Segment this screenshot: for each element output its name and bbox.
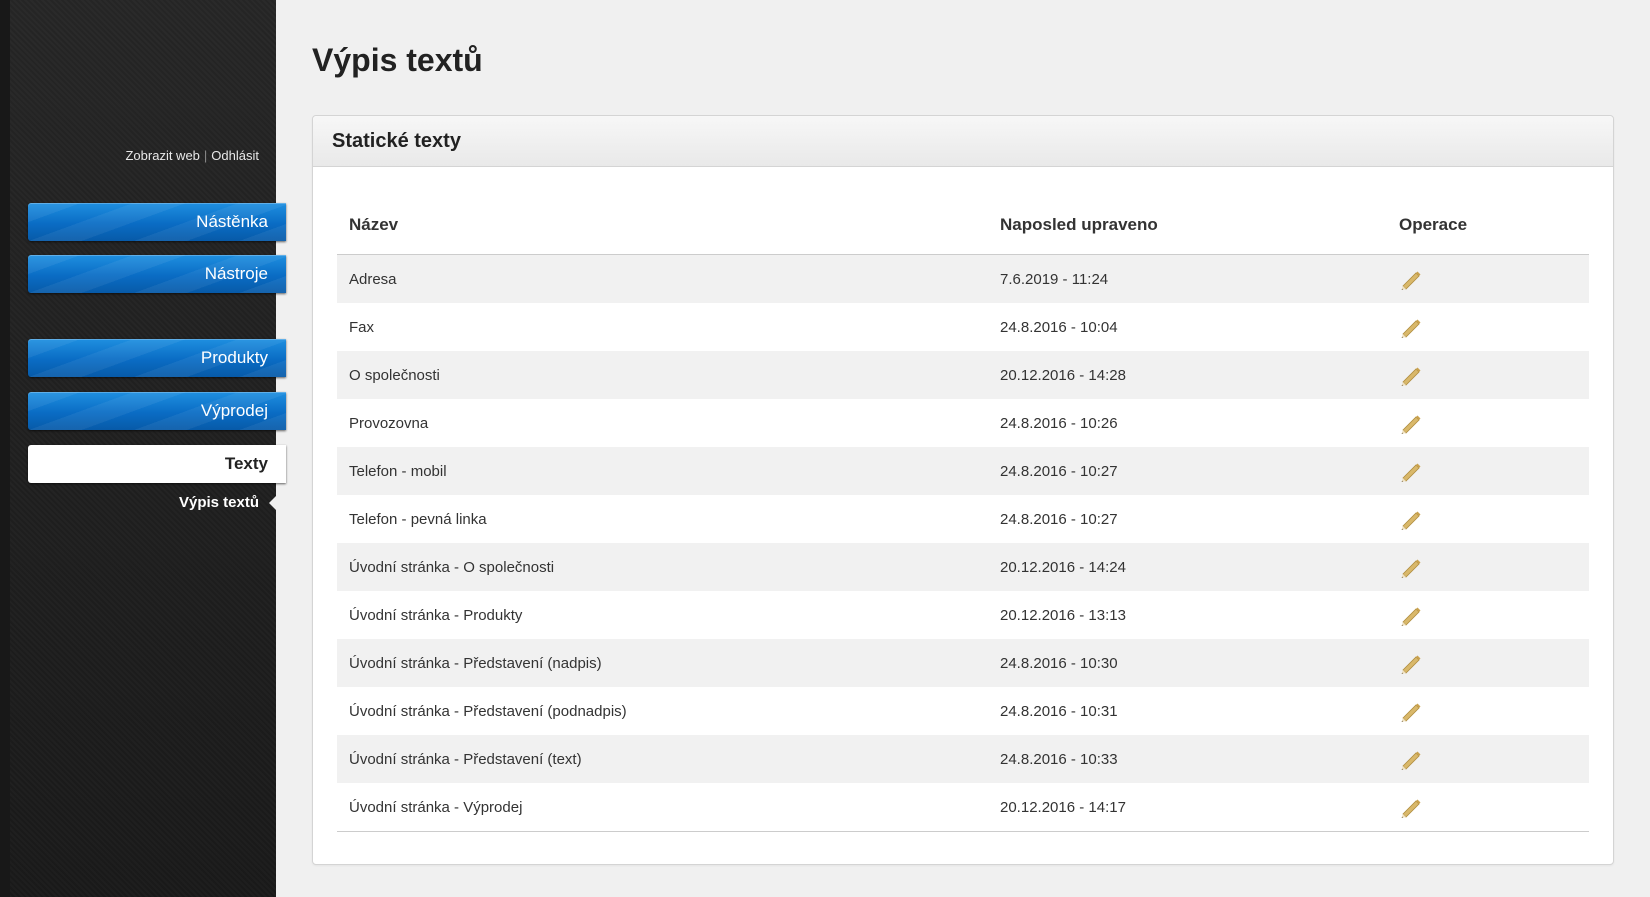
row-actions	[1387, 399, 1589, 447]
edit-button[interactable]	[1399, 604, 1421, 626]
edit-button[interactable]	[1399, 508, 1421, 530]
active-indicator-arrow	[269, 496, 276, 510]
row-modified: 24.8.2016 - 10:30	[988, 639, 1387, 687]
sidebar-item-tools[interactable]: Nástroje	[28, 255, 286, 293]
edit-button[interactable]	[1399, 412, 1421, 434]
table-row: Úvodní stránka - Výprodej 20.12.2016 - 1…	[337, 783, 1589, 832]
row-actions	[1387, 783, 1589, 832]
table-row: Úvodní stránka - Představení (text) 24.8…	[337, 735, 1589, 783]
row-name: Úvodní stránka - Produkty	[337, 591, 988, 639]
pencil-icon	[1401, 367, 1421, 386]
row-actions	[1387, 639, 1589, 687]
row-name: Telefon - pevná linka	[337, 495, 988, 543]
row-modified: 20.12.2016 - 13:13	[988, 591, 1387, 639]
row-actions	[1387, 543, 1589, 591]
row-name: Telefon - mobil	[337, 447, 988, 495]
table-row: Úvodní stránka - Představení (nadpis) 24…	[337, 639, 1589, 687]
table-row: Úvodní stránka - Představení (podnadpis)…	[337, 687, 1589, 735]
row-actions	[1387, 735, 1589, 783]
row-actions	[1387, 303, 1589, 351]
panel-title: Statické texty	[313, 116, 1613, 167]
row-modified: 24.8.2016 - 10:04	[988, 303, 1387, 351]
table-row: Telefon - mobil 24.8.2016 - 10:27	[337, 447, 1589, 495]
row-name: Provozovna	[337, 399, 988, 447]
row-actions	[1387, 495, 1589, 543]
subnav-item-text-list[interactable]: Výpis textů	[179, 494, 259, 511]
table-row: Provozovna 24.8.2016 - 10:26	[337, 399, 1589, 447]
row-modified: 20.12.2016 - 14:24	[988, 543, 1387, 591]
header-links: Zobrazit web | Odhlásit	[125, 148, 259, 163]
edit-button[interactable]	[1399, 364, 1421, 386]
texts-table: Název Naposled upraveno Operace Adresa 7…	[337, 196, 1589, 832]
table-row: Telefon - pevná linka 24.8.2016 - 10:27	[337, 495, 1589, 543]
row-actions	[1387, 591, 1589, 639]
pencil-icon	[1401, 799, 1421, 818]
table-row: Úvodní stránka - Produkty 20.12.2016 - 1…	[337, 591, 1589, 639]
pencil-icon	[1401, 511, 1421, 530]
row-name: Úvodní stránka - Představení (podnadpis)	[337, 687, 988, 735]
row-name: Fax	[337, 303, 988, 351]
logout-link[interactable]: Odhlásit	[211, 148, 259, 163]
table-row: Fax 24.8.2016 - 10:04	[337, 303, 1589, 351]
pencil-icon	[1401, 559, 1421, 578]
table-header-row: Název Naposled upraveno Operace	[337, 196, 1589, 255]
table-row: Úvodní stránka - O společnosti 20.12.201…	[337, 543, 1589, 591]
pencil-icon	[1401, 607, 1421, 626]
sidebar-item-sale[interactable]: Výprodej	[28, 392, 286, 430]
table-body: Adresa 7.6.2019 - 11:24 Fax 24.8.2016 - …	[337, 254, 1589, 832]
edit-button[interactable]	[1399, 748, 1421, 770]
row-modified: 24.8.2016 - 10:27	[988, 447, 1387, 495]
row-name: Úvodní stránka - Výprodej	[337, 783, 988, 832]
column-header-actions: Operace	[1387, 196, 1589, 255]
sidebar-item-dashboard[interactable]: Nástěnka	[28, 203, 286, 241]
row-name: Úvodní stránka - Představení (text)	[337, 735, 988, 783]
row-actions	[1387, 351, 1589, 399]
edit-button[interactable]	[1399, 796, 1421, 818]
row-name: O společnosti	[337, 351, 988, 399]
table-row: Adresa 7.6.2019 - 11:24	[337, 254, 1589, 303]
column-header-modified[interactable]: Naposled upraveno	[988, 196, 1387, 255]
pencil-icon	[1401, 655, 1421, 674]
column-header-name[interactable]: Název	[337, 196, 988, 255]
edit-button[interactable]	[1399, 652, 1421, 674]
row-modified: 7.6.2019 - 11:24	[988, 254, 1387, 303]
row-actions	[1387, 687, 1589, 735]
row-modified: 20.12.2016 - 14:17	[988, 783, 1387, 832]
row-actions	[1387, 447, 1589, 495]
edit-button[interactable]	[1399, 316, 1421, 338]
edit-button[interactable]	[1399, 556, 1421, 578]
row-name: Úvodní stránka - Představení (nadpis)	[337, 639, 988, 687]
table-row: O společnosti 20.12.2016 - 14:28	[337, 351, 1589, 399]
edit-button[interactable]	[1399, 268, 1421, 290]
pencil-icon	[1401, 271, 1421, 290]
sidebar: Zobrazit web | Odhlásit Nástěnka Nástroje …	[0, 0, 286, 897]
edit-button[interactable]	[1399, 700, 1421, 722]
row-modified: 24.8.2016 - 10:27	[988, 495, 1387, 543]
row-modified: 20.12.2016 - 14:28	[988, 351, 1387, 399]
page-title: Výpis textů	[312, 42, 483, 78]
row-name: Úvodní stránka - O společnosti	[337, 543, 988, 591]
edit-button[interactable]	[1399, 460, 1421, 482]
row-name: Adresa	[337, 254, 988, 303]
link-separator: |	[203, 148, 208, 163]
row-modified: 24.8.2016 - 10:33	[988, 735, 1387, 783]
pencil-icon	[1401, 751, 1421, 770]
sidebar-item-products[interactable]: Produkty	[28, 339, 286, 377]
view-web-link[interactable]: Zobrazit web	[125, 148, 199, 163]
row-modified: 24.8.2016 - 10:26	[988, 399, 1387, 447]
row-actions	[1387, 254, 1589, 303]
static-texts-panel: Statické texty Název Naposled upraveno O…	[312, 115, 1614, 865]
sidebar-item-texts[interactable]: Texty	[28, 445, 286, 483]
pencil-icon	[1401, 463, 1421, 482]
pencil-icon	[1401, 415, 1421, 434]
pencil-icon	[1401, 703, 1421, 722]
row-modified: 24.8.2016 - 10:31	[988, 687, 1387, 735]
pencil-icon	[1401, 319, 1421, 338]
